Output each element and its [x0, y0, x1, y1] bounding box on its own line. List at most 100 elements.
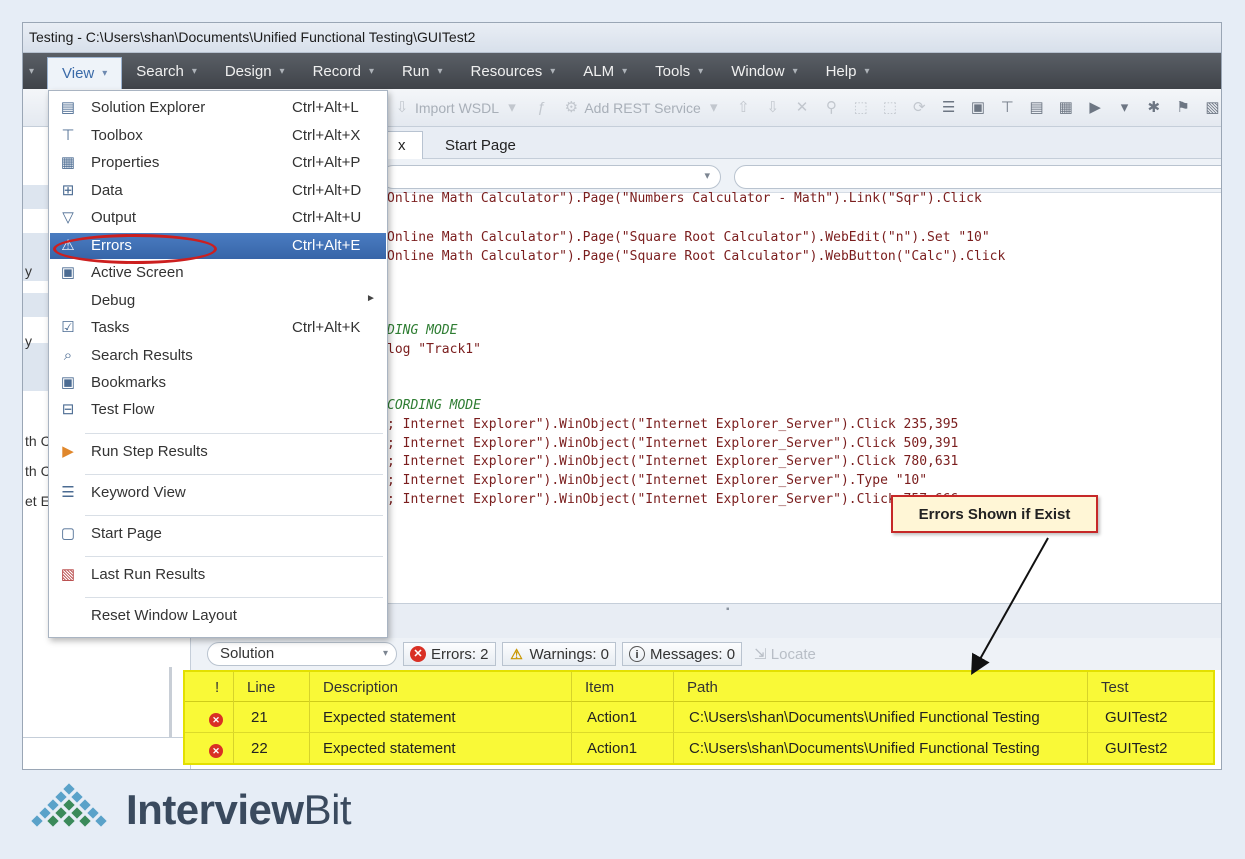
column-item[interactable]: Item — [585, 679, 614, 696]
menu-item-output[interactable]: ▽ Output Ctrl+Alt+U — [50, 205, 386, 231]
chevron-down-icon: ▾ — [698, 65, 704, 77]
tasks-icon: ☑ — [61, 319, 75, 336]
properties-icon: ▦ — [60, 154, 76, 171]
vertical-scrollbar[interactable] — [169, 667, 172, 737]
chevron-down-icon: ▾ — [102, 68, 108, 79]
menu-item-last-run-results[interactable]: ▧ Last Run Results — [50, 562, 386, 588]
chevron-down-icon: ▾ — [368, 65, 374, 77]
table-header: ! Line Description Item Path Test — [185, 672, 1213, 702]
refresh-icon[interactable]: ⟳ — [911, 99, 928, 116]
menu-item-run-step-results[interactable]: ▶ Run Step Results — [50, 439, 386, 465]
cell-line: 22 — [251, 740, 268, 757]
menu-separator — [85, 474, 383, 475]
menu-item-bookmarks[interactable]: ▣ Bookmarks — [50, 370, 386, 396]
table-row[interactable]: ✕ 22 Expected statement Action1 C:\Users… — [185, 733, 1213, 764]
menu-help[interactable]: Help ▾ — [812, 53, 884, 89]
menu-item-debug[interactable]: Debug ► — [50, 288, 386, 314]
menu-record[interactable]: Record ▾ — [299, 53, 388, 89]
menu-item-test-flow[interactable]: ⊟ Test Flow — [50, 397, 386, 423]
start-page-icon: ▢ — [60, 525, 76, 542]
properties-icon[interactable]: ▤ — [1028, 99, 1045, 116]
menu-view[interactable]: View ▾ — [47, 57, 123, 89]
toolbox-icon: ⊤ — [61, 127, 75, 144]
panel-text-fragment: y — [25, 263, 32, 279]
panel-text-fragment: et E — [25, 493, 50, 509]
locate-icon: ⇲ — [754, 646, 767, 663]
menu-resources[interactable]: Resources ▾ — [457, 53, 570, 89]
menu-window[interactable]: Window ▾ — [717, 53, 811, 89]
column-test[interactable]: Test — [1101, 679, 1129, 696]
table-row[interactable]: ✕ 21 Expected statement Action1 C:\Users… — [185, 702, 1213, 733]
chevron-down-icon: ▾ — [191, 65, 197, 77]
down-icon[interactable]: ⇩ — [764, 99, 781, 116]
last-run-results-icon: ▧ — [60, 566, 76, 583]
error-icon: ✕ — [209, 744, 223, 758]
menu-chevron-icon: ▾ — [29, 65, 35, 77]
select-icon[interactable]: ⬚ — [852, 99, 869, 116]
locate-button[interactable]: ⇲ Locate — [748, 645, 816, 663]
chevron-down-icon[interactable]: ▾ — [1116, 99, 1133, 116]
keyword-view-icon: ☰ — [61, 484, 75, 501]
member-dropdown[interactable] — [734, 165, 1221, 189]
cell-path: C:\Users\shan\Documents\Unified Function… — [689, 740, 1040, 757]
deselect-icon[interactable]: ⬚ — [881, 99, 898, 116]
object-dropdown[interactable]: ▾ — [381, 165, 721, 189]
menu-item-start-page[interactable]: ▢ Start Page — [50, 521, 386, 547]
debug-icon[interactable]: ✱ — [1145, 99, 1162, 116]
divider — [23, 737, 191, 738]
column-line[interactable]: Line — [247, 679, 275, 696]
run-icon[interactable]: ▶ — [1087, 99, 1104, 116]
error-icon: ✕ — [209, 713, 223, 727]
submenu-arrow-icon: ► — [366, 293, 376, 304]
menu-item-keyword-view[interactable]: ☰ Keyword View — [50, 480, 386, 506]
chevron-down-icon: ▾ — [550, 65, 556, 77]
cell-item: Action1 — [587, 740, 638, 757]
menu-item-search-results[interactable]: ⌕ Search Results — [50, 343, 386, 369]
tab-start-page[interactable]: Start Page — [429, 131, 532, 159]
add-rest-service-button[interactable]: ⚙ Add REST Service ▾ — [562, 99, 722, 116]
menu-item-properties[interactable]: ▦ Properties Ctrl+Alt+P — [50, 150, 386, 176]
delete-icon[interactable]: ✕ — [793, 99, 810, 116]
menu-tools[interactable]: Tools ▾ — [641, 53, 717, 89]
code-line: Online Math Calculator").Page("Square Ro… — [387, 230, 990, 245]
warnings-filter-button[interactable]: ⚠ Warnings: 0 — [501, 642, 616, 666]
menu-item-active-screen[interactable]: ▣ Active Screen — [50, 260, 386, 286]
menu-search[interactable]: Search ▾ — [122, 53, 211, 89]
menu-alm[interactable]: ALM ▾ — [569, 53, 641, 89]
chevron-down-icon: ▾ — [622, 65, 628, 77]
menu-item-data[interactable]: ⊞ Data Ctrl+Alt+D — [50, 178, 386, 204]
active-screen-icon: ▣ — [60, 264, 76, 281]
record-icon[interactable]: ⚑ — [1174, 99, 1191, 116]
column-path[interactable]: Path — [687, 679, 718, 696]
bookmarks-icon: ▣ — [60, 374, 76, 391]
menu-bar: ▾ View ▾ Search ▾ Design ▾ Record ▾ Run ▾ Res… — [23, 53, 1221, 89]
code-comment: DING MODE — [387, 323, 458, 338]
menu-item-toolbox[interactable]: ⊤ Toolbox Ctrl+Alt+X — [50, 123, 386, 149]
menu-item-tasks[interactable]: ☑ Tasks Ctrl+Alt+K — [50, 315, 386, 341]
scope-dropdown[interactable]: Solution ▾ — [207, 642, 397, 666]
info-icon: i — [629, 646, 645, 662]
menu-item-reset-window-layout[interactable]: Reset Window Layout — [50, 603, 386, 629]
menu-design[interactable]: Design ▾ — [211, 53, 299, 89]
error-icon: ✕ — [410, 646, 426, 662]
screen-icon[interactable]: ▣ — [969, 99, 986, 116]
function-icon[interactable]: ƒ — [533, 99, 550, 116]
view-menu-dropdown: ▤ Solution Explorer Ctrl+Alt+L ⊤ Toolbox Ctr… — [48, 90, 388, 638]
errors-filter-button[interactable]: ✕ Errors: 2 — [403, 642, 496, 666]
data-icon[interactable]: ▦ — [1057, 99, 1074, 116]
panel-text-fragment: th C — [25, 433, 51, 449]
column-description[interactable]: Description — [323, 679, 398, 696]
menu-item-solution-explorer[interactable]: ▤ Solution Explorer Ctrl+Alt+L — [50, 95, 386, 121]
results-icon[interactable]: ▧ — [1204, 99, 1221, 116]
tree-icon[interactable]: ⚲ — [823, 99, 840, 116]
toolbox-icon[interactable]: ⊤ — [999, 99, 1016, 116]
menu-run[interactable]: Run ▾ — [388, 53, 457, 89]
column-bang[interactable]: ! — [215, 679, 219, 696]
messages-filter-button[interactable]: i Messages: 0 — [622, 642, 743, 666]
import-icon: ⇩ — [395, 98, 409, 116]
panel-text-fragment: th C — [25, 463, 51, 479]
code-line: ; Internet Explorer").WinObject("Interne… — [387, 492, 959, 507]
up-icon[interactable]: ⇧ — [735, 99, 752, 116]
list-icon[interactable]: ☰ — [940, 99, 957, 116]
import-wsdl-button[interactable]: ⇩ Import WSDL ▾ — [393, 98, 521, 116]
